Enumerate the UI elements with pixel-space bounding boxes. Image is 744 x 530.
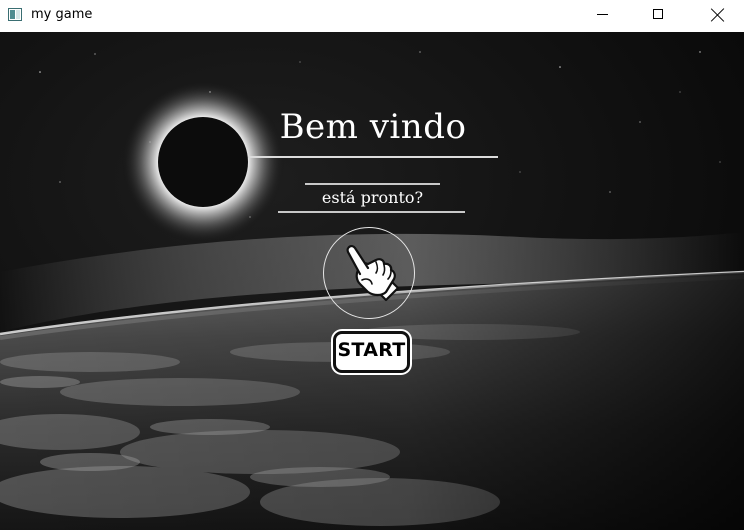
welcome-heading: Bem vindo <box>279 107 467 147</box>
pointing-hand-icon <box>346 245 400 302</box>
title-bar: my game <box>0 0 744 32</box>
pointer-button[interactable] <box>323 227 415 319</box>
close-button[interactable] <box>695 0 741 32</box>
minimize-button[interactable] <box>580 0 626 32</box>
close-icon <box>711 8 725 22</box>
minimize-icon <box>597 14 608 15</box>
app-icon <box>8 8 22 21</box>
window-title: my game <box>31 7 93 22</box>
subtitle-line-top <box>305 183 440 185</box>
maximize-button[interactable] <box>635 0 681 32</box>
subtitle-line-bottom <box>278 211 465 213</box>
maximize-icon <box>653 9 663 19</box>
game-window: my game Bem vindo está pronto? START <box>0 0 744 530</box>
start-label: START <box>337 339 406 361</box>
subtitle-text: está pronto? <box>321 188 424 207</box>
game-scene: Bem vindo está pronto? START <box>0 32 744 530</box>
heading-underline <box>248 156 498 158</box>
start-button[interactable]: START <box>333 331 410 373</box>
